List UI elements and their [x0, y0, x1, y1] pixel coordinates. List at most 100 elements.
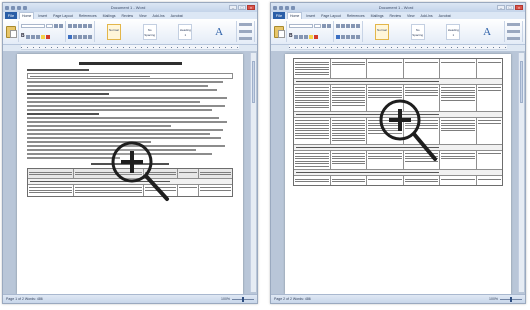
- zoom-slider[interactable]: [500, 296, 522, 302]
- close-button[interactable]: ×: [246, 5, 255, 10]
- underline-icon[interactable]: [31, 34, 35, 39]
- line-spacing-icon[interactable]: [88, 34, 92, 39]
- replace-icon[interactable]: [239, 30, 252, 33]
- paste-icon[interactable]: [5, 25, 17, 38]
- font-name-select[interactable]: [21, 24, 45, 28]
- replace-icon[interactable]: [507, 30, 520, 33]
- status-bar: Page 2 of 2 Words: 486 100%: [271, 294, 525, 303]
- numbering-icon[interactable]: [341, 24, 345, 29]
- numbering-icon[interactable]: [73, 24, 77, 29]
- text-line: [27, 113, 100, 115]
- align-left-icon[interactable]: [68, 34, 72, 39]
- save-icon[interactable]: [11, 5, 15, 10]
- close-button[interactable]: ×: [514, 5, 523, 10]
- tab-review[interactable]: Review: [388, 13, 403, 19]
- shrink-font-icon[interactable]: [59, 24, 63, 28]
- maximize-button[interactable]: □: [237, 5, 246, 10]
- tab-mailings[interactable]: Mailings: [369, 13, 386, 19]
- tab-references[interactable]: References: [345, 13, 367, 19]
- zoom-control[interactable]: 100%: [489, 296, 522, 302]
- text-line: [27, 93, 110, 95]
- find-icon[interactable]: [239, 23, 252, 26]
- line-spacing-icon[interactable]: [356, 34, 360, 39]
- select-icon[interactable]: [239, 37, 252, 40]
- italic-icon[interactable]: [294, 34, 298, 39]
- tab-add-ins[interactable]: Add-Ins: [419, 13, 435, 19]
- tab-page-layout[interactable]: Page Layout: [319, 13, 343, 19]
- tab-page-layout[interactable]: Page Layout: [51, 13, 75, 19]
- bullets-icon[interactable]: [68, 24, 72, 29]
- decrease-indent-icon[interactable]: [351, 24, 355, 29]
- font-color-icon[interactable]: [46, 34, 50, 39]
- change-styles-icon[interactable]: A: [214, 26, 224, 38]
- decrease-indent-icon[interactable]: [83, 24, 87, 29]
- bold-icon[interactable]: B: [21, 34, 25, 39]
- find-icon[interactable]: [507, 23, 520, 26]
- style-normal[interactable]: Normal: [374, 23, 389, 40]
- align-right-icon[interactable]: [78, 34, 82, 39]
- increase-indent-icon[interactable]: [356, 24, 360, 29]
- highlight-color-icon[interactable]: [41, 34, 45, 39]
- grow-font-icon[interactable]: [54, 24, 58, 28]
- tab-add-ins[interactable]: Add-Ins: [151, 13, 167, 19]
- zoom-control[interactable]: 100%: [221, 296, 254, 302]
- tab-file[interactable]: File: [5, 12, 17, 19]
- tab-view[interactable]: View: [405, 13, 417, 19]
- font-group: B: [21, 21, 66, 42]
- tab-acrobat[interactable]: Acrobat: [169, 13, 185, 19]
- tab-home[interactable]: Home: [287, 12, 303, 19]
- shrink-font-icon[interactable]: [327, 24, 331, 28]
- align-right-icon[interactable]: [346, 34, 350, 39]
- document-page[interactable]: [285, 54, 511, 294]
- italic-icon[interactable]: [26, 34, 30, 39]
- tab-mailings[interactable]: Mailings: [101, 13, 118, 19]
- tab-acrobat[interactable]: Acrobat: [437, 13, 453, 19]
- redo-icon[interactable]: [291, 5, 295, 10]
- align-center-icon[interactable]: [341, 34, 345, 39]
- strikethrough-icon[interactable]: [36, 34, 40, 39]
- minimize-button[interactable]: –: [228, 5, 237, 10]
- justify-icon[interactable]: [351, 34, 355, 39]
- style-normal[interactable]: Normal: [106, 23, 121, 40]
- change-styles-icon[interactable]: A: [482, 26, 492, 38]
- quick-access-toolbar: [273, 5, 295, 10]
- select-icon[interactable]: [507, 37, 520, 40]
- tab-references[interactable]: References: [77, 13, 99, 19]
- justify-icon[interactable]: [83, 34, 87, 39]
- align-left-icon[interactable]: [336, 34, 340, 39]
- undo-icon[interactable]: [285, 5, 289, 10]
- style-no-spacing[interactable]: No Spacing: [142, 23, 157, 40]
- paste-icon[interactable]: [273, 25, 285, 38]
- multilevel-list-icon[interactable]: [346, 24, 350, 29]
- bold-icon[interactable]: B: [289, 34, 293, 39]
- style-heading-1[interactable]: Heading 1: [178, 23, 193, 40]
- multilevel-list-icon[interactable]: [78, 24, 82, 29]
- font-color-icon[interactable]: [314, 34, 318, 39]
- redo-icon[interactable]: [23, 5, 27, 10]
- font-size-select[interactable]: [46, 24, 53, 28]
- font-name-select[interactable]: [289, 24, 313, 28]
- strikethrough-icon[interactable]: [304, 34, 308, 39]
- bullets-icon[interactable]: [336, 24, 340, 29]
- tab-review[interactable]: Review: [120, 13, 135, 19]
- maximize-button[interactable]: □: [505, 5, 514, 10]
- zoom-slider[interactable]: [232, 296, 254, 302]
- font-size-select[interactable]: [314, 24, 321, 28]
- tab-file[interactable]: File: [273, 12, 285, 19]
- minimize-button[interactable]: –: [496, 5, 505, 10]
- underline-icon[interactable]: [299, 34, 303, 39]
- undo-icon[interactable]: [17, 5, 21, 10]
- vertical-scrollbar[interactable]: [518, 53, 524, 292]
- tab-view[interactable]: View: [137, 13, 149, 19]
- save-icon[interactable]: [279, 5, 283, 10]
- style-heading-1[interactable]: Heading 1: [446, 23, 461, 40]
- increase-indent-icon[interactable]: [88, 24, 92, 29]
- tab-insert[interactable]: Insert: [36, 13, 49, 19]
- grow-font-icon[interactable]: [322, 24, 326, 28]
- style-no-spacing[interactable]: No Spacing: [410, 23, 425, 40]
- vertical-scrollbar[interactable]: [250, 53, 256, 292]
- tab-insert[interactable]: Insert: [304, 13, 317, 19]
- align-center-icon[interactable]: [73, 34, 77, 39]
- tab-home[interactable]: Home: [19, 12, 35, 19]
- highlight-color-icon[interactable]: [309, 34, 313, 39]
